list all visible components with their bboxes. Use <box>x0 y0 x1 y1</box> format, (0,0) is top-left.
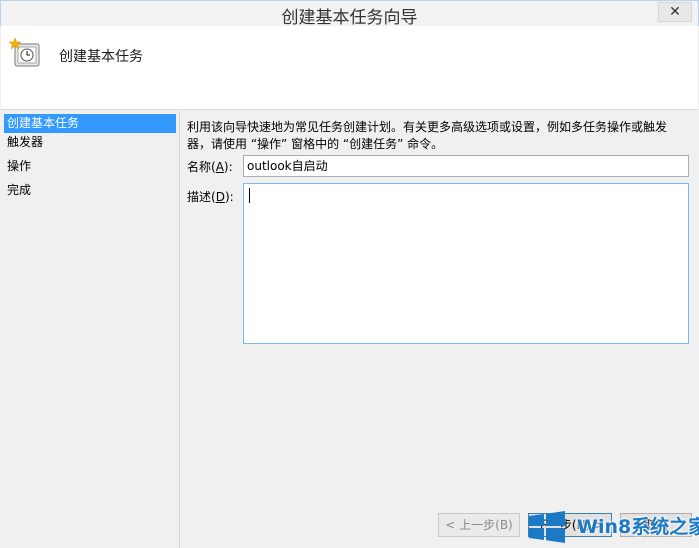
windows-logo-icon <box>529 511 565 543</box>
nav-item-finish[interactable]: 完成 <box>4 181 176 205</box>
window-title: 创建基本任务向导 <box>281 8 418 28</box>
clock-task-icon <box>9 38 40 67</box>
intro-line-2: 器，请使用 “操作” 窗格中的 “创建任务” 命令。 <box>187 137 444 151</box>
step-nav: 创建基本任务 触发器 操作 完成 <box>4 114 176 205</box>
name-label: 名称(A): <box>187 160 233 174</box>
watermark: Win8系统之家 <box>525 507 699 548</box>
title-bar: 创建基本任务向导 ✕ <box>0 0 699 28</box>
description-textarea[interactable] <box>243 183 689 344</box>
form-panel: 利用该向导快速地为常见任务创建计划。有关更多高级选项或设置，例如多任务操作或触发… <box>187 119 692 344</box>
nav-divider <box>179 111 180 548</box>
previous-button[interactable]: < 上一步(B) <box>438 513 520 537</box>
nav-item-create-basic-task[interactable]: 创建基本任务 <box>4 114 176 133</box>
wizard-header: 创建基本任务 <box>1 26 698 110</box>
wizard-content: 创建基本任务 触发器 操作 完成 利用该向导快速地为常见任务创建计划。有关更多高… <box>1 111 698 548</box>
header-title: 创建基本任务 <box>59 49 143 65</box>
intro-text: 利用该向导快速地为常见任务创建计划。有关更多高级选项或设置，例如多任务操作或触发… <box>187 119 692 153</box>
name-input[interactable]: outlook自启动 <box>243 155 689 177</box>
description-row: 描述(D): <box>187 183 692 344</box>
watermark-text: Win8系统之家 <box>577 516 699 538</box>
description-label: 描述(D): <box>187 190 234 204</box>
nav-item-trigger[interactable]: 触发器 <box>4 133 176 157</box>
close-button[interactable]: ✕ <box>658 2 692 22</box>
text-caret <box>249 188 250 203</box>
nav-item-action[interactable]: 操作 <box>4 157 176 181</box>
intro-line-1: 利用该向导快速地为常见任务创建计划。有关更多高级选项或设置，例如多任务操作或触发 <box>187 120 668 134</box>
name-row: 名称(A): outlook自启动 <box>187 155 692 177</box>
